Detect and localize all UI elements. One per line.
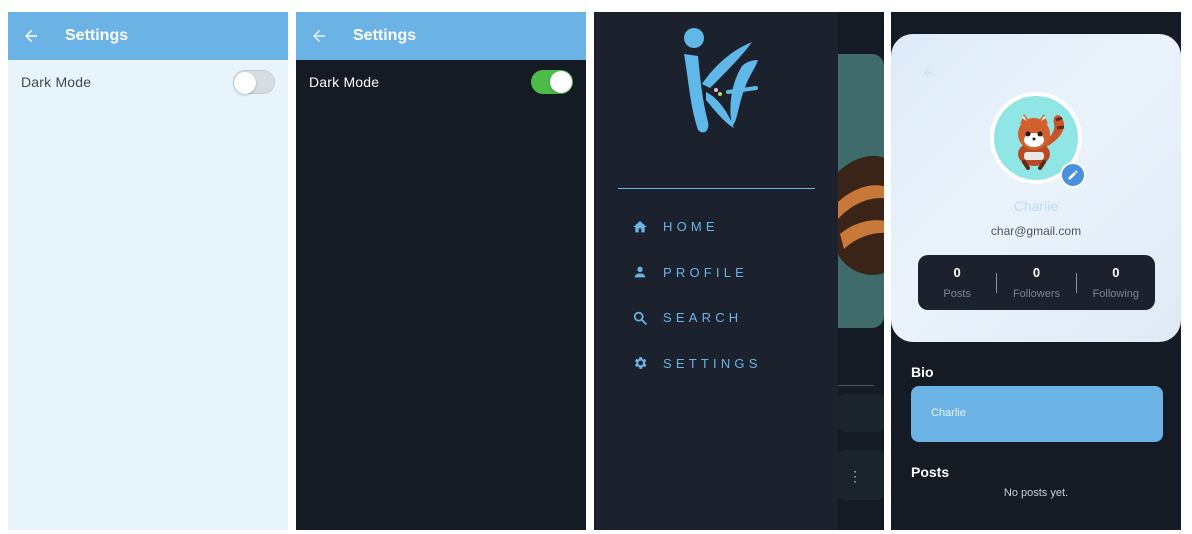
drawer-menu: HOME PROFILE SEARCH SETTINGS [632,204,762,386]
stat-posts[interactable]: 0 Posts [918,265,996,300]
drawer-item-settings[interactable]: SETTINGS [632,341,762,387]
drawer-item-profile[interactable]: PROFILE [632,250,762,296]
profile-stats: 0 Posts 0 Followers 0 Following [918,255,1155,310]
background-block [838,394,884,432]
app-logo [680,26,760,138]
drawer-item-search[interactable]: SEARCH [632,295,762,341]
stat-label: Posts [943,288,971,300]
dark-mode-label: Dark Mode [21,74,92,90]
profile-screen: Charlie char@gmail.com 0 Posts 0 Followe… [891,12,1181,530]
pencil-icon [1068,170,1078,180]
search-icon [632,310,648,326]
dark-mode-row: Dark Mode [8,60,288,104]
dark-mode-label: Dark Mode [309,74,380,90]
settings-screen-dark: Settings Dark Mode [296,12,586,530]
stat-label: Followers [1012,288,1061,300]
profile-header-card: Charlie char@gmail.com 0 Posts 0 Followe… [891,34,1181,342]
avatar[interactable] [990,92,1086,188]
page-title: Settings [353,27,417,44]
dark-mode-row: Dark Mode [296,60,586,104]
bio-box: Charlie [911,386,1163,442]
stat-value: 0 [953,265,961,280]
posts-heading: Posts [911,464,950,480]
profile-email: char@gmail.com [990,224,1082,238]
bio-heading: Bio [911,364,934,380]
navigation-drawer-screen: ⋮ HOME PROFILE SEARCH SETTINGS [594,12,884,530]
edit-avatar-button[interactable] [1060,162,1086,188]
background-divider [838,385,874,386]
drawer-item-label: SETTINGS [663,355,762,371]
drawer-item-label: PROFILE [663,264,749,280]
bio-text: Charlie [931,407,966,419]
settings-screen-light: Settings Dark Mode [8,12,288,530]
drawer: HOME PROFILE SEARCH SETTINGS [594,12,838,530]
toggle-knob [234,72,256,94]
home-icon [632,219,648,235]
drawer-item-home[interactable]: HOME [632,204,762,250]
gear-icon [632,355,648,371]
person-icon [632,264,648,280]
page-title: Settings [65,27,129,44]
drawer-item-label: HOME [663,219,719,235]
back-arrow-icon[interactable] [921,66,935,80]
dark-mode-toggle[interactable] [233,70,275,94]
drawer-divider [618,188,815,189]
stat-value: 0 [1032,265,1041,280]
drawer-item-label: SEARCH [663,310,743,326]
stat-value: 0 [1112,265,1120,280]
stat-label: Following [1092,288,1140,300]
app-bar: Settings [296,12,586,60]
posts-empty-message: No posts yet. [1003,487,1069,499]
toggle-knob [550,71,572,93]
stat-followers[interactable]: 0 Followers [997,265,1075,300]
app-bar: Settings [8,12,288,60]
back-arrow-icon[interactable] [22,27,40,45]
back-arrow-icon[interactable] [310,27,328,45]
stat-following[interactable]: 0 Following [1077,265,1155,300]
dark-mode-toggle[interactable] [531,70,573,94]
more-vert-icon[interactable]: ⋮ [848,469,862,483]
profile-name: Charlie [1013,198,1059,214]
